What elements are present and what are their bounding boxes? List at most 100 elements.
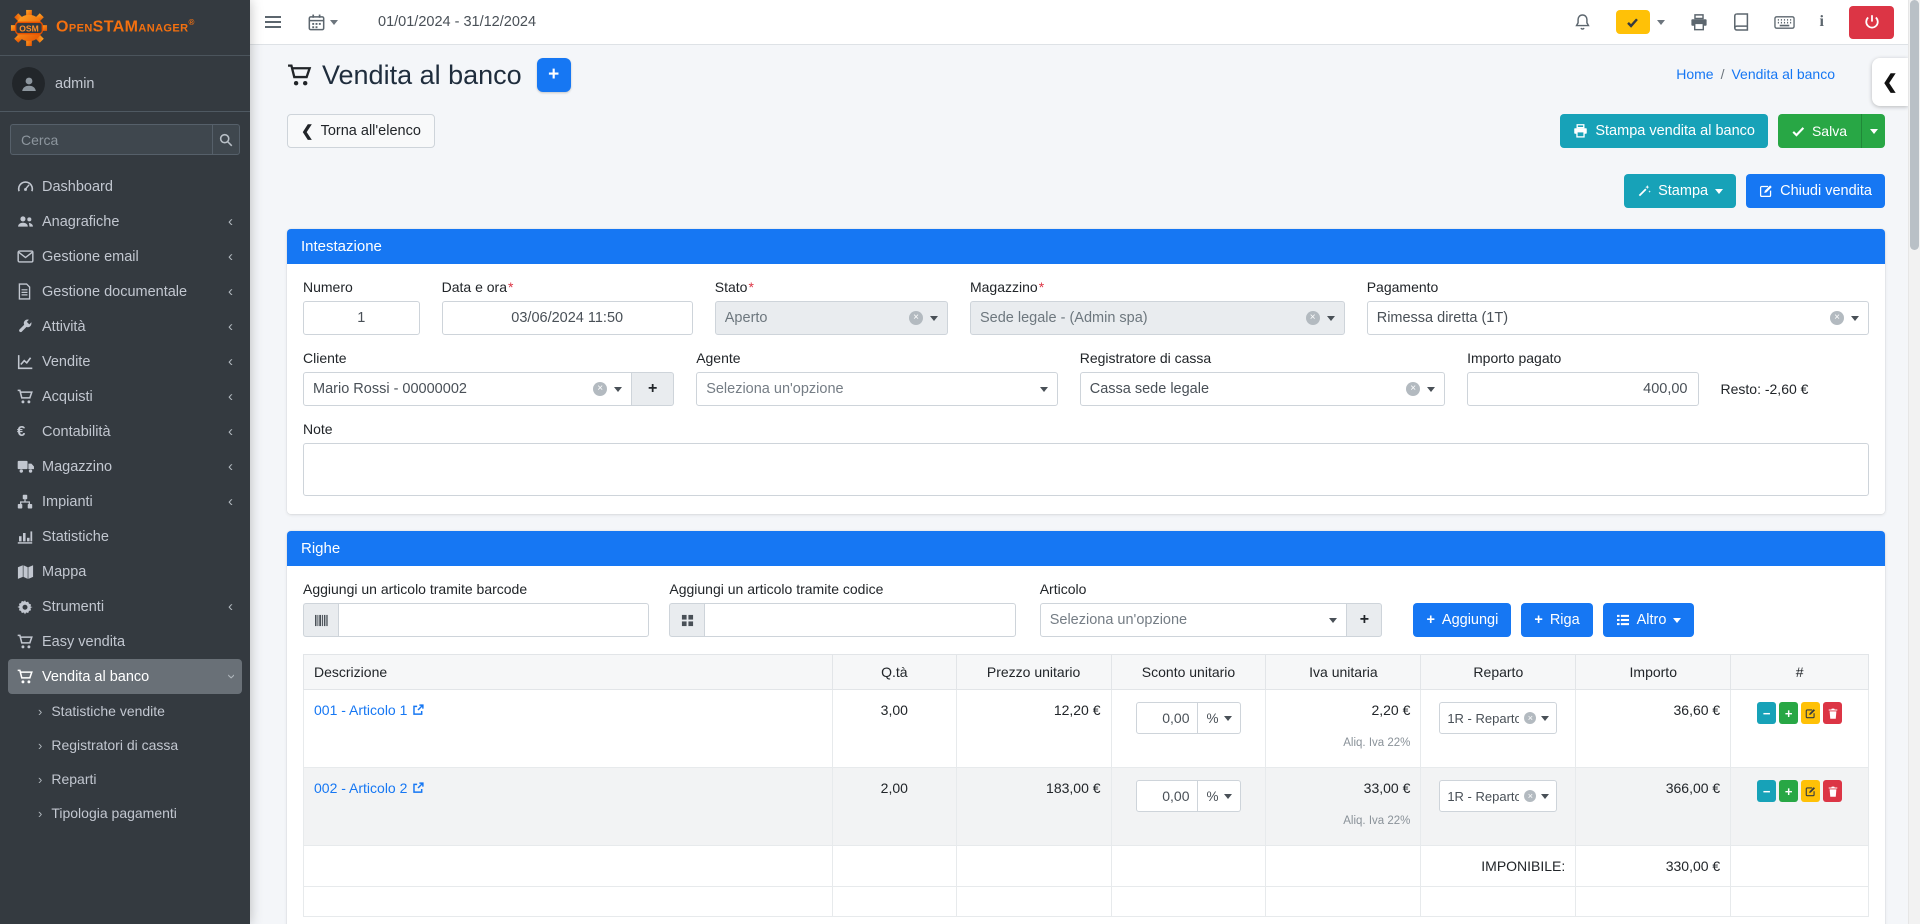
clear-selection-icon[interactable]: × — [909, 311, 923, 325]
search-button[interactable] — [212, 124, 240, 155]
codice-input[interactable] — [704, 603, 1015, 637]
sconto-type-select[interactable]: % — [1198, 780, 1240, 812]
sidebar-item-acquisti[interactable]: Acquisti ‹ — [8, 379, 242, 414]
col-reparto: Reparto — [1421, 655, 1576, 690]
sidebar-item-gestione-email[interactable]: Gestione email ‹ — [8, 239, 242, 274]
scrollbar-thumb[interactable] — [1910, 0, 1919, 250]
sidebar-item-strumenti[interactable]: Strumenti ‹ — [8, 589, 242, 624]
prezzo-cell: 183,00 € — [956, 768, 1111, 846]
sconto-input[interactable] — [1136, 702, 1198, 734]
sconto-type-select[interactable]: % — [1198, 702, 1240, 734]
euro-icon: € — [17, 424, 42, 439]
clear-selection-icon[interactable]: × — [1830, 311, 1844, 325]
save-button[interactable]: Salva — [1778, 114, 1861, 148]
decrease-qty-button[interactable]: − — [1757, 780, 1776, 802]
sidebar-item-magazzino[interactable]: Magazzino ‹ — [8, 449, 242, 484]
altro-dropdown-button[interactable]: Altro — [1603, 603, 1695, 637]
sconto-input[interactable] — [1136, 780, 1198, 812]
page-scrollbar[interactable] — [1908, 0, 1920, 924]
cliente-select[interactable]: Mario Rossi - 00000002 × — [303, 372, 632, 406]
search-input[interactable] — [10, 124, 212, 155]
print-sale-button[interactable]: Stampa vendita al banco — [1560, 114, 1768, 148]
sidebar-item-vendita-al-banco[interactable]: Vendita al banco ‹ — [8, 659, 242, 694]
user-panel[interactable]: admin — [0, 56, 250, 112]
sidebar-subitem-registratori-di-cassa[interactable]: › Registratori di cassa — [8, 728, 242, 762]
edit-row-button[interactable] — [1801, 780, 1820, 802]
stato-select[interactable]: Aperto × — [715, 301, 948, 335]
sidebar-subitem-statistiche-vendite[interactable]: › Statistiche vendite — [8, 694, 242, 728]
logout-power-button[interactable] — [1849, 6, 1894, 39]
external-link-icon — [412, 704, 424, 716]
aggiungi-button[interactable]: + Aggiungi — [1413, 603, 1511, 637]
clear-selection-icon[interactable]: × — [1524, 712, 1536, 724]
increase-qty-button[interactable]: + — [1779, 780, 1798, 802]
importo-pagato-input[interactable] — [1467, 372, 1698, 406]
sidebar-item-contabilita[interactable]: € Contabilità ‹ — [8, 414, 242, 449]
sidebar-item-statistiche[interactable]: Statistiche — [8, 519, 242, 554]
riga-button[interactable]: + Riga — [1521, 603, 1592, 637]
articolo-link[interactable]: 002 - Articolo 2 — [314, 780, 424, 796]
articolo-select[interactable]: Seleziona un'opzione — [1040, 603, 1348, 637]
edit-row-button[interactable] — [1801, 702, 1820, 724]
sidebar-item-vendite[interactable]: Vendite ‹ — [8, 344, 242, 379]
required-asterisk: * — [508, 279, 513, 295]
sidebar-item-easy-vendita[interactable]: Easy vendita — [8, 624, 242, 659]
printer-icon[interactable] — [1690, 14, 1708, 31]
increase-qty-button[interactable]: + — [1779, 702, 1798, 724]
back-to-list-button[interactable]: ❮ Torna all'elenco — [287, 114, 435, 148]
save-options-caret[interactable] — [1861, 114, 1885, 148]
data-ora-input[interactable] — [442, 301, 693, 335]
date-range-text[interactable]: 01/01/2024 - 31/12/2024 — [378, 14, 536, 30]
info-icon[interactable]: i — [1820, 13, 1824, 31]
note-textarea[interactable] — [303, 443, 1869, 496]
sidebar-item-impianti[interactable]: Impianti ‹ — [8, 484, 242, 519]
sidebar-item-attivita[interactable]: Attività ‹ — [8, 309, 242, 344]
clear-selection-icon[interactable]: × — [1524, 790, 1536, 802]
collapse-panel-toggle[interactable]: ❮ — [1872, 58, 1908, 106]
caret-down-icon[interactable] — [1657, 20, 1665, 25]
date-range-picker[interactable] — [308, 14, 338, 31]
magazzino-select[interactable]: Sede legale - (Admin spa) × — [970, 301, 1345, 335]
chevron-left-icon: ‹ — [228, 354, 233, 369]
decrease-qty-button[interactable]: − — [1757, 702, 1776, 724]
breadcrumb-home-link[interactable]: Home — [1676, 66, 1713, 82]
barcode-input[interactable] — [338, 603, 649, 637]
add-cliente-button[interactable]: + — [632, 372, 674, 406]
brand[interactable]: OSM OpenSTAManager® — [0, 0, 250, 56]
sidebar-subitem-tipologia-pagamenti[interactable]: › Tipologia pagamenti — [8, 796, 242, 830]
reparto-select[interactable]: 1R - Reparto 1... × — [1439, 702, 1557, 734]
numero-input[interactable] — [303, 301, 420, 335]
clear-selection-icon[interactable]: × — [1306, 311, 1320, 325]
reparto-select[interactable]: 1R - Reparto 1... × — [1439, 780, 1557, 812]
chevron-left-icon: ❮ — [301, 122, 314, 140]
add-record-button[interactable]: + — [537, 58, 571, 92]
breadcrumb-current-link[interactable]: Vendita al banco — [1731, 66, 1835, 82]
sidebar-item-dashboard[interactable]: Dashboard — [8, 169, 242, 204]
registratore-select[interactable]: Cassa sede legale × — [1080, 372, 1445, 406]
notifications-bell-icon[interactable] — [1574, 13, 1591, 32]
table-row: 002 - Articolo 2 2,00 183,00 € % 33,00 €… — [304, 768, 1869, 846]
sidebar-subitem-reparti[interactable]: › Reparti — [8, 762, 242, 796]
pagamento-select[interactable]: Rimessa diretta (1T) × — [1367, 301, 1869, 335]
printer-icon — [1573, 124, 1588, 138]
book-icon[interactable] — [1733, 13, 1749, 31]
agente-select[interactable]: Seleziona un'opzione — [696, 372, 1058, 406]
external-link-icon — [412, 782, 424, 794]
add-articolo-button[interactable]: + — [1347, 603, 1382, 637]
sidebar-item-anagrafiche[interactable]: Anagrafiche ‹ — [8, 204, 242, 239]
status-check-badge-button[interactable] — [1616, 10, 1650, 34]
sidebar-toggle-hamburger-icon[interactable] — [264, 15, 282, 29]
imponibile-value: 330,00 € — [1576, 846, 1731, 887]
clear-selection-icon[interactable]: × — [593, 382, 607, 396]
delete-row-button[interactable] — [1823, 780, 1842, 802]
sidebar-item-mappa[interactable]: Mappa — [8, 554, 242, 589]
print-dropdown-button[interactable]: Stampa — [1624, 174, 1736, 208]
close-sale-button[interactable]: Chiudi vendita — [1746, 174, 1885, 208]
chevron-left-icon: ‹ — [228, 319, 233, 334]
sconto-group: % — [1122, 780, 1256, 812]
articolo-link[interactable]: 001 - Articolo 1 — [314, 702, 424, 718]
delete-row-button[interactable] — [1823, 702, 1842, 724]
keyboard-icon[interactable] — [1774, 15, 1795, 30]
sidebar-item-gestione-documentale[interactable]: Gestione documentale ‹ — [8, 274, 242, 309]
clear-selection-icon[interactable]: × — [1406, 382, 1420, 396]
